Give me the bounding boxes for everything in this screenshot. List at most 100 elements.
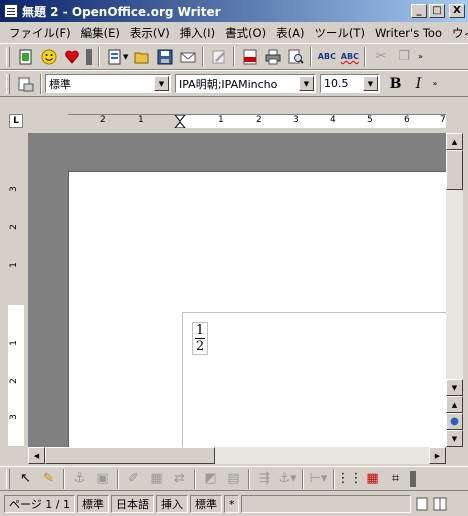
image-icon[interactable]: ▤ <box>223 468 244 489</box>
wrap-icon[interactable]: ⇄ <box>169 468 190 489</box>
minimize-button[interactable]: _ <box>411 4 427 18</box>
tab-type-selector[interactable]: L <box>9 114 23 128</box>
scroll-left-icon[interactable]: ◀ <box>28 447 45 464</box>
selection-mode[interactable]: 標準 <box>189 495 222 513</box>
heart-icon[interactable] <box>61 46 82 67</box>
print-icon[interactable] <box>262 46 283 67</box>
paragraph-style-select[interactable]: 標準 ▼ <box>45 74 171 93</box>
menu-format[interactable]: 書式(O) <box>220 25 271 41</box>
toolbar-grip[interactable] <box>6 468 10 489</box>
arrange-icon[interactable]: ⇶ <box>254 468 275 489</box>
align-icon[interactable]: ⊢▾ <box>308 468 329 489</box>
styles-icon[interactable] <box>15 73 36 94</box>
menu-view[interactable]: 表示(V) <box>125 25 175 41</box>
previous-page-icon[interactable]: ▲ <box>446 396 463 413</box>
menu-bar: ファイル(F) 編集(E) 表示(V) 挿入(I) 書式(O) 表(A) ツール… <box>0 22 468 43</box>
single-page-view-icon[interactable] <box>414 494 430 515</box>
page-style[interactable]: 標準 <box>76 495 109 513</box>
page-indicator[interactable]: ページ 1 / 1 <box>4 495 75 513</box>
email-icon[interactable] <box>177 46 198 67</box>
scroll-up-icon[interactable]: ▲ <box>446 133 463 150</box>
maximize-button[interactable]: □ <box>429 4 445 18</box>
status-info <box>241 495 412 513</box>
font-name-value: IPA明朝;IPAMincho <box>179 77 278 91</box>
autospell-icon[interactable]: ABC <box>339 46 360 67</box>
drawing-toolbar: ↖ ✎ ⚓ ▣ ✐ ▦ ⇄ ◩ ▤ ⇶ ⚓▾ ⊢▾ ⋮⋮ ▦ ⌗ <box>0 466 468 491</box>
toolbar-grip[interactable] <box>6 46 10 67</box>
horizontal-ruler[interactable]: 2 1 1 2 3 4 5 6 7 <box>68 114 446 128</box>
anchor-icon[interactable]: ⚓ <box>69 468 90 489</box>
toolbar-grip[interactable] <box>6 73 10 94</box>
ruler-number: 2 <box>100 115 106 125</box>
draw-functions-icon[interactable]: ✎ <box>38 468 59 489</box>
navigator-icon[interactable]: ● <box>446 413 463 430</box>
scroll-thumb[interactable] <box>446 150 463 190</box>
toolbar-separator <box>202 46 205 67</box>
menu-file[interactable]: ファイル(F) <box>4 25 76 41</box>
standard-toolbar: ▼ ABC ABC ✂ ❐ » <box>0 43 468 70</box>
toolbar-separator <box>333 468 335 489</box>
save-icon[interactable] <box>154 46 175 67</box>
toolbar-separator <box>63 468 65 489</box>
select-arrow-icon[interactable]: ↖ <box>15 468 36 489</box>
vruler-text-area <box>8 305 24 446</box>
font-name-select[interactable]: IPA明朝;IPAMincho ▼ <box>175 74 316 93</box>
pdf-icon[interactable] <box>239 46 260 67</box>
toolbar-options-icon[interactable] <box>84 46 94 67</box>
formula-object[interactable]: 1 2 <box>192 322 208 355</box>
fontwork-icon[interactable]: ◩ <box>200 468 221 489</box>
toolbar-overflow-icon[interactable]: » <box>416 46 424 67</box>
anchor-dropdown-icon[interactable]: ⚓▾ <box>277 468 298 489</box>
templates-icon[interactable] <box>104 46 125 67</box>
bold-button[interactable]: B <box>385 73 406 94</box>
paragraph-style-value: 標準 <box>49 77 71 91</box>
document-workspace: 1 2 <box>28 133 446 447</box>
scroll-thumb[interactable] <box>45 447 215 464</box>
menu-tools[interactable]: ツール(T) <box>309 25 370 41</box>
indent-marker-icon[interactable] <box>174 115 186 128</box>
window-title: 無題 2 - OpenOffice.org Writer <box>22 4 221 19</box>
copy-icon[interactable]: ❐ <box>393 46 414 67</box>
spellcheck-icon[interactable]: ABC <box>316 46 337 67</box>
insert-mode[interactable]: 挿入 <box>155 495 188 513</box>
menu-edit[interactable]: 編集(E) <box>76 25 125 41</box>
new-icon[interactable] <box>15 46 36 67</box>
toolbar-options-icon[interactable] <box>408 468 418 489</box>
close-button[interactable]: X <box>449 4 465 18</box>
multi-page-view-icon[interactable] <box>432 494 448 515</box>
document-page[interactable]: 1 2 <box>68 171 446 447</box>
crop-icon[interactable]: ⌗ <box>385 468 406 489</box>
chevron-down-icon[interactable]: ▼ <box>154 76 169 91</box>
italic-button[interactable]: I <box>408 73 429 94</box>
vertical-ruler[interactable]: 3 2 1 1 2 3 <box>8 150 24 446</box>
menu-table[interactable]: 表(A) <box>271 25 309 41</box>
text-area[interactable]: 1 2 <box>182 312 446 447</box>
menu-writers-tools[interactable]: Writer's Too <box>370 26 447 40</box>
preview-icon[interactable] <box>285 46 306 67</box>
language[interactable]: 日本語 <box>110 495 154 513</box>
edit-object-icon[interactable]: ✐ <box>123 468 144 489</box>
font-size-select[interactable]: 10.5 ▼ <box>320 74 380 93</box>
table-icon[interactable]: ▦ <box>146 468 167 489</box>
next-page-icon[interactable]: ▼ <box>446 430 463 447</box>
ruler-number: 4 <box>330 115 336 125</box>
title-bar: 無題 2 - OpenOffice.org Writer _ □ X <box>0 0 468 22</box>
menu-insert[interactable]: 挿入(I) <box>175 25 220 41</box>
cut-icon[interactable]: ✂ <box>370 46 391 67</box>
ruler-number: 1 <box>8 340 19 346</box>
open-icon[interactable] <box>131 46 152 67</box>
chevron-down-icon[interactable]: ▼ <box>363 76 378 91</box>
chevron-down-icon[interactable]: ▼ <box>299 76 314 91</box>
vertical-scrollbar[interactable]: ▲ ▼ ▲ ● ▼ <box>446 133 463 447</box>
frame-icon[interactable]: ▣ <box>92 468 113 489</box>
edit-icon[interactable] <box>208 46 229 67</box>
helplines-icon[interactable]: ▦ <box>362 468 383 489</box>
menu-window[interactable]: ウィ <box>447 25 468 41</box>
grid-icon[interactable]: ⋮⋮ <box>337 468 363 489</box>
smiley-icon[interactable] <box>38 46 59 67</box>
scroll-right-icon[interactable]: ▶ <box>429 447 446 464</box>
horizontal-scrollbar[interactable]: ◀ ▶ <box>28 447 446 464</box>
templates-dropdown-icon[interactable]: ▼ <box>123 53 128 61</box>
scroll-down-icon[interactable]: ▼ <box>446 379 463 396</box>
toolbar-overflow-icon[interactable]: » <box>431 73 439 94</box>
